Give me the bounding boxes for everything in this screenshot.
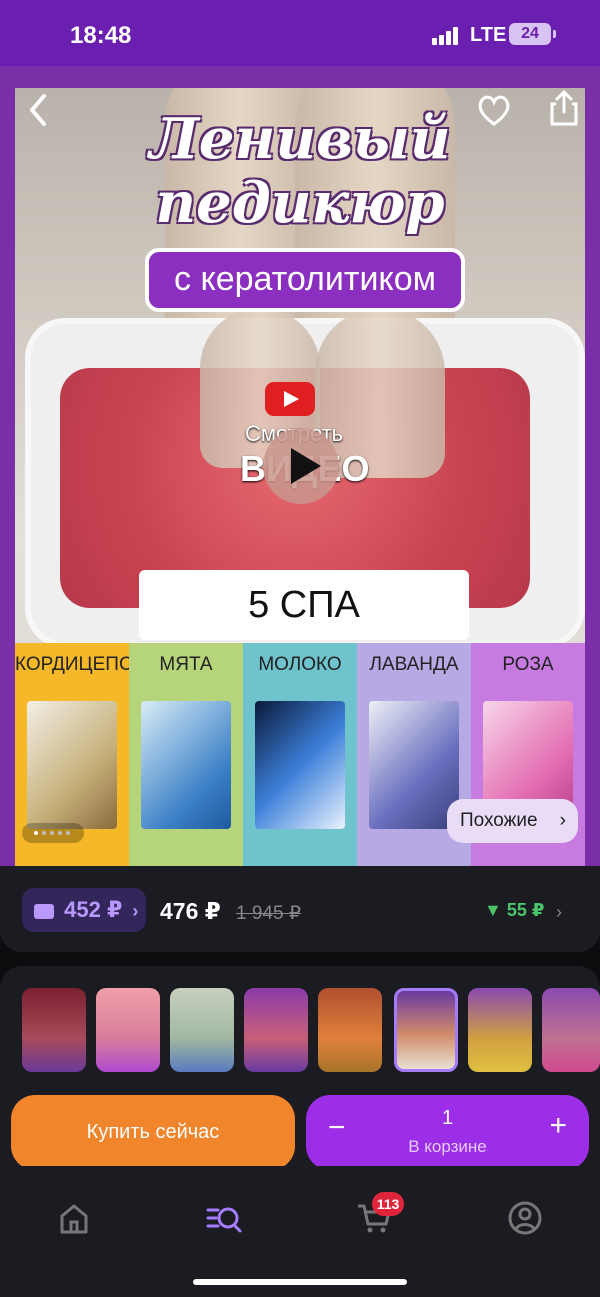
catalog-search-icon[interactable] <box>204 1198 244 1238</box>
variant-thumbnail[interactable] <box>22 988 86 1072</box>
bottom-navigation <box>0 1166 600 1297</box>
cashback[interactable]: ▼ 55 ₽ <box>484 900 544 921</box>
carousel-dots <box>22 823 84 843</box>
flavor-pack <box>369 701 459 829</box>
flavor-label: КОРДИЦЕПС <box>15 643 133 687</box>
signal-icon <box>432 27 460 45</box>
wallet-price: 452 ₽ <box>64 897 123 922</box>
variant-thumbnail-selected[interactable] <box>394 988 458 1072</box>
variant-thumbnail[interactable] <box>468 988 532 1072</box>
profile-icon[interactable] <box>505 1198 545 1238</box>
home-indicator[interactable] <box>193 1279 407 1285</box>
arrow-down-icon: ▼ <box>484 900 502 920</box>
flavor-pack <box>141 701 231 829</box>
variant-thumbnail[interactable] <box>170 988 234 1072</box>
spa-banner: 5 СПА ПРОЦЕДУР <box>139 570 469 696</box>
flavor-label: ЛАВАНДА <box>357 643 471 687</box>
cashback-value: 55 ₽ <box>506 900 545 920</box>
variant-thumbnail[interactable] <box>318 988 382 1072</box>
similar-label: Похожие <box>460 810 538 831</box>
variant-thumbnail[interactable] <box>96 988 160 1072</box>
current-price: 476 ₽ <box>160 898 221 924</box>
flavor-pack <box>27 701 117 829</box>
in-cart-label: В корзине <box>408 1137 487 1156</box>
share-icon[interactable] <box>544 88 584 128</box>
product-image-carousel[interactable]: Ленивый педикюр с кератолитиком Смотреть… <box>0 66 600 866</box>
back-chevron-icon[interactable] <box>20 90 60 130</box>
wallet-price-button[interactable]: 452 ₽ › <box>22 888 146 932</box>
battery-icon: 24 <box>509 23 556 45</box>
increase-quantity-button[interactable]: + <box>549 1109 567 1143</box>
buy-now-button[interactable]: Купить сейчас <box>11 1095 295 1170</box>
hero-title-line2: педикюр <box>155 170 445 236</box>
play-video-button[interactable] <box>263 428 339 504</box>
flavor-pack <box>255 701 345 829</box>
youtube-icon <box>265 382 315 416</box>
home-icon[interactable] <box>54 1198 94 1238</box>
wallet-icon <box>34 903 54 919</box>
variant-thumbnail[interactable] <box>244 988 308 1072</box>
similar-button[interactable]: Похожие › <box>447 799 578 843</box>
heart-icon[interactable] <box>474 90 514 130</box>
chevron-right-icon: › <box>132 901 139 921</box>
cart-stepper: − 1 В корзине + <box>306 1095 589 1170</box>
status-bar: 18:48 LTE 24 <box>0 0 600 66</box>
product-image[interactable]: Ленивый педикюр с кератолитиком Смотреть… <box>15 88 585 866</box>
cart-badge: 113 <box>372 1192 404 1216</box>
variant-thumbnail[interactable] <box>542 988 600 1072</box>
flavor-label: МЯТА <box>129 643 243 687</box>
flavor-card: МЯТА <box>129 643 243 866</box>
cart-quantity: 1 <box>441 1107 454 1129</box>
network-type: LTE <box>470 24 507 46</box>
chevron-right-icon: › <box>559 810 566 831</box>
old-price: 1 945 ₽ <box>236 903 301 924</box>
chevron-right-icon[interactable]: › <box>556 902 562 923</box>
variant-thumbnails <box>0 966 600 1086</box>
purchase-actions: Купить сейчас − 1 В корзине + <box>0 1086 600 1170</box>
hero-subtitle: с кератолитиком <box>145 248 465 312</box>
flavor-label: РОЗА <box>471 643 585 687</box>
flavor-label: МОЛОКО <box>243 643 357 687</box>
flavor-card: МОЛОКО <box>243 643 357 866</box>
price-bar: 452 ₽ › 476 ₽ 1 945 ₽ ▼ 55 ₽ › <box>0 866 600 952</box>
status-time: 18:48 <box>70 22 132 49</box>
